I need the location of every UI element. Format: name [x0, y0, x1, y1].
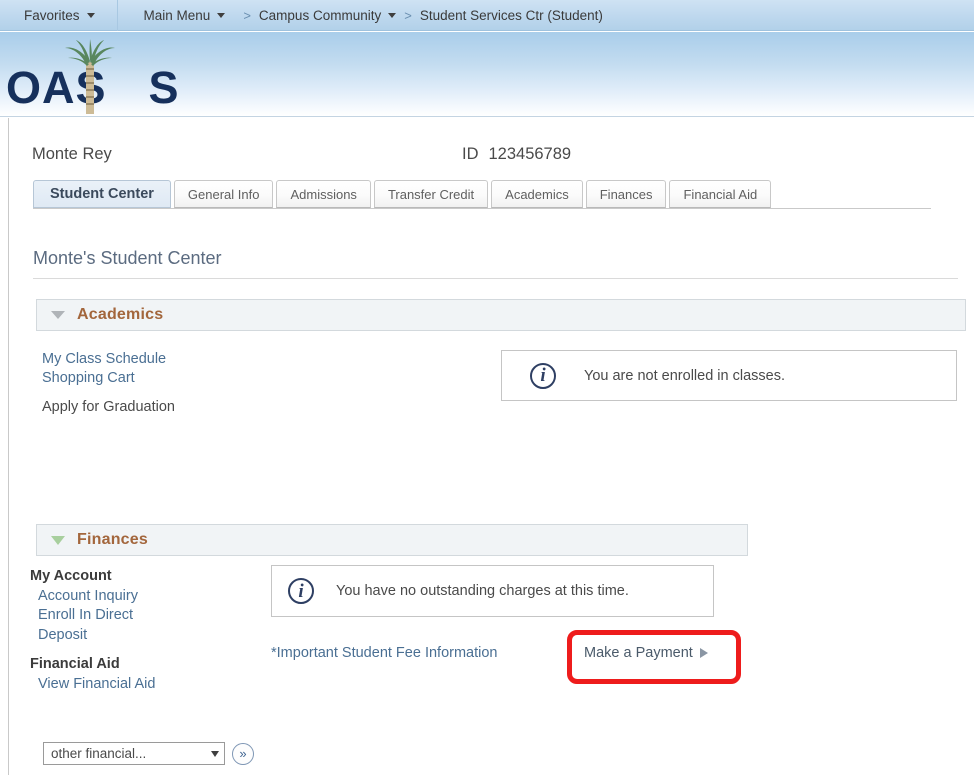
- finances-links: My Account Account Inquiry Enroll In Dir…: [30, 566, 260, 694]
- tab-finances[interactable]: Finances: [585, 180, 667, 208]
- chevron-down-icon: [388, 12, 397, 18]
- finances-info-message: You have no outstanding charges at this …: [336, 583, 629, 599]
- other-financial-select[interactable]: other financial...: [43, 742, 225, 765]
- collapse-triangle-icon[interactable]: [51, 311, 65, 319]
- tab-label: General Info: [187, 186, 260, 202]
- collapse-triangle-icon[interactable]: [51, 535, 65, 545]
- link-view-financial-aid[interactable]: View Financial Aid: [30, 675, 260, 695]
- other-financial-dropdown-group: other financial... »: [43, 742, 254, 765]
- section-title: Academics: [77, 306, 164, 323]
- student-identity-row: Monte Rey ID 123456789: [32, 140, 932, 168]
- tab-admissions[interactable]: Admissions: [276, 180, 371, 208]
- link-important-student-fee-information[interactable]: *Important Student Fee Information: [271, 645, 498, 661]
- link-account-inquiry[interactable]: Account Inquiry: [30, 587, 260, 607]
- play-arrow-icon: [699, 648, 708, 658]
- tab-strip: Student Center General Info Admissions T…: [33, 180, 772, 208]
- link-enroll-in-direct-deposit-line2[interactable]: Deposit: [30, 626, 260, 646]
- breadcrumb-separator: >: [243, 7, 251, 23]
- make-a-payment-label: Make a Payment: [584, 645, 693, 661]
- go-button[interactable]: »: [232, 742, 254, 765]
- tab-label: Admissions: [290, 186, 357, 202]
- chevron-down-icon: [217, 12, 226, 18]
- breadcrumb-item-campus-community[interactable]: Campus Community: [258, 7, 397, 23]
- breadcrumb-item-current: Student Services Ctr (Student): [420, 8, 603, 23]
- link-make-a-payment[interactable]: Make a Payment: [584, 645, 708, 661]
- campus-community-label: Campus Community: [258, 7, 382, 23]
- other-financial-selected-value: other financial...: [51, 746, 147, 761]
- tab-label: Transfer Credit: [387, 186, 475, 202]
- link-apply-for-graduation[interactable]: Apply for Graduation: [42, 398, 302, 417]
- my-account-header: My Account: [30, 568, 112, 584]
- favorites-menu[interactable]: Favorites: [0, 0, 118, 31]
- student-id-value: 123456789: [488, 144, 572, 163]
- link-enroll-in-direct-deposit-line1[interactable]: Enroll In Direct: [30, 606, 260, 626]
- tab-transfer-credit[interactable]: Transfer Credit: [373, 180, 489, 208]
- link-my-class-schedule[interactable]: My Class Schedule: [42, 350, 302, 369]
- page-title: Monte's Student Center: [33, 248, 222, 268]
- chevron-down-icon: [86, 12, 95, 18]
- financial-aid-header: Financial Aid: [30, 656, 120, 672]
- section-header-finances[interactable]: Finances: [36, 524, 748, 556]
- tab-label: Financial Aid: [683, 186, 758, 202]
- section-title: Finances: [77, 531, 148, 548]
- tab-general-info[interactable]: General Info: [173, 180, 274, 208]
- breadcrumb-separator: >: [404, 7, 412, 23]
- oasis-logo[interactable]: OAS S: [6, 38, 179, 114]
- current-page-label: Student Services Ctr (Student): [419, 7, 603, 23]
- page-title-divider: [33, 278, 958, 279]
- finances-action-row: *Important Student Fee Information Make …: [271, 645, 751, 669]
- tab-underline-divider: [33, 208, 931, 209]
- academics-info-message: You are not enrolled in classes.: [584, 367, 785, 384]
- finances-info-box: i You have no outstanding charges at thi…: [271, 565, 714, 617]
- tab-academics[interactable]: Academics: [491, 180, 583, 208]
- info-circle-icon: i: [288, 578, 314, 604]
- tab-student-center[interactable]: Student Center: [33, 180, 171, 208]
- favorites-label: Favorites: [24, 7, 80, 23]
- main-menu[interactable]: Main Menu: [118, 0, 236, 31]
- tab-label: Finances: [599, 186, 653, 202]
- link-shopping-cart[interactable]: Shopping Cart: [42, 369, 302, 388]
- student-id-label: ID: [462, 144, 479, 163]
- tab-financial-aid[interactable]: Financial Aid: [669, 180, 772, 208]
- main-menu-label: Main Menu: [143, 7, 211, 23]
- academics-links: My Class Schedule Shopping Cart Apply fo…: [42, 350, 302, 417]
- info-circle-icon: i: [530, 362, 556, 389]
- section-header-academics[interactable]: Academics: [36, 299, 966, 331]
- palm-tree-icon: [65, 39, 115, 114]
- tab-label: Academics: [505, 186, 569, 202]
- branding-header: OAS S: [0, 32, 974, 117]
- tab-label: Student Center: [50, 186, 154, 202]
- chevron-down-icon: [211, 750, 219, 757]
- student-name: Monte Rey: [32, 144, 112, 163]
- breadcrumb-bar: Favorites Main Menu > Campus Community >…: [0, 0, 974, 31]
- academics-info-box: i You are not enrolled in classes.: [501, 350, 957, 401]
